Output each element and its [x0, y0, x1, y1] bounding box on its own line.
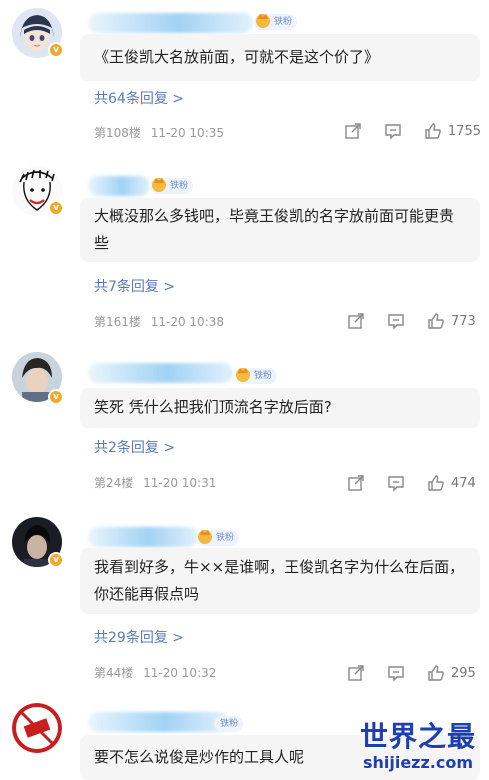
like-icon[interactable] [427, 474, 445, 492]
verified-badge-icon: v [48, 552, 64, 568]
username-redacted[interactable] [88, 712, 228, 732]
comment-text: 笑死 凭什么把我们顶流名字放后面? [80, 388, 480, 428]
fan-badge-label: 铁粉 [216, 533, 235, 543]
fan-badge-label: 铁粉 [170, 181, 189, 191]
fan-badge-label: 铁粉 [220, 719, 239, 729]
username-redacted[interactable] [88, 176, 150, 196]
comment-icon[interactable] [387, 474, 405, 492]
share-icon[interactable] [347, 664, 365, 682]
floor-number: 第24楼 [94, 476, 134, 490]
comment-text-content: 大概没那么多钱吧，毕竟王俊凯的名字放前面可能更贵些 [94, 207, 455, 252]
username-redacted[interactable] [88, 13, 253, 33]
timestamp: 11-20 10:31 [143, 476, 217, 490]
crown-icon [198, 530, 212, 544]
like-count: 1755 [447, 123, 481, 139]
comment-meta: 第108楼 11-20 10:35 [94, 124, 224, 141]
share-icon[interactable] [347, 312, 365, 330]
username-redacted[interactable] [88, 527, 198, 547]
replies-link[interactable]: 共7条回复 > [94, 276, 175, 296]
comment-meta: 第44楼 11-20 10:32 [94, 664, 216, 681]
fan-badge: 铁粉 [214, 716, 244, 732]
comment-text: 《王俊凯大名放前面，可就不是这个价了》 [80, 34, 480, 81]
share-icon[interactable] [347, 474, 365, 492]
comment-actions: 295 [325, 663, 481, 683]
fan-badge: 铁粉 [196, 530, 240, 546]
replies-link[interactable]: 共2条回复 > [94, 437, 175, 457]
verified-badge-icon: v [48, 389, 64, 405]
comment-text-content: 我看到好多，牛××是谁啊，王俊凯名字为什么在后面，你还能再假点吗 [94, 558, 465, 603]
comment-text-content: 《王俊凯大名放前面，可就不是这个价了》 [94, 48, 380, 66]
comment-meta: 第24楼 11-20 10:31 [94, 474, 216, 491]
comment-icon[interactable] [384, 122, 402, 140]
comment-text-content: 笑死 凭什么把我们顶流名字放后面? [94, 398, 332, 416]
like-count: 773 [451, 313, 476, 329]
timestamp: 11-20 10:38 [150, 315, 224, 329]
floor-number: 第44楼 [94, 666, 134, 680]
like-count: 295 [451, 665, 476, 681]
crown-icon [152, 178, 166, 192]
watermark-url: shijiezz.com [362, 753, 474, 772]
like-count: 474 [451, 475, 476, 491]
fan-badge-label: 铁粉 [254, 371, 273, 381]
replies-link[interactable]: 共64条回复 > [94, 88, 184, 108]
username-redacted[interactable] [88, 363, 233, 383]
share-icon[interactable] [344, 122, 362, 140]
comment-text-content: 要不怎么说俊是炒作的工具人呢 [94, 748, 305, 766]
comment-actions: 1755 [322, 121, 481, 141]
comment-meta: 第161楼 11-20 10:38 [94, 313, 224, 330]
verified-badge-icon: v [48, 42, 64, 58]
timestamp: 11-20 10:32 [143, 666, 217, 680]
site-watermark: 世界之最 shijiezz.com [353, 720, 483, 776]
comment-text: 大概没那么多钱吧，毕竟王俊凯的名字放前面可能更贵些 [80, 198, 480, 262]
fan-badge-label: 铁粉 [274, 17, 293, 27]
crown-icon [236, 368, 250, 382]
watermark-title: 世界之最 [359, 720, 476, 753]
fan-badge: 铁粉 [150, 178, 194, 194]
like-icon[interactable] [424, 122, 442, 140]
timestamp: 11-20 10:35 [150, 126, 224, 140]
comment-icon[interactable] [387, 664, 405, 682]
avatar[interactable] [12, 703, 62, 753]
comment-text: 我看到好多，牛××是谁啊，王俊凯名字为什么在后面，你还能再假点吗 [80, 548, 480, 614]
comment-actions: 773 [325, 311, 481, 331]
replies-link[interactable]: 共29条回复 > [94, 627, 184, 647]
verified-badge-icon: v [48, 200, 64, 216]
crown-icon [256, 14, 270, 28]
comment-icon[interactable] [387, 312, 405, 330]
like-icon[interactable] [427, 664, 445, 682]
comment-actions: 474 [325, 473, 481, 493]
floor-number: 第108楼 [94, 126, 141, 140]
fan-badge: 铁粉 [234, 368, 278, 384]
like-icon[interactable] [427, 312, 445, 330]
floor-number: 第161楼 [94, 315, 141, 329]
fan-badge: 铁粉 [254, 14, 298, 30]
do-not-touch-avatar-icon [12, 703, 62, 753]
